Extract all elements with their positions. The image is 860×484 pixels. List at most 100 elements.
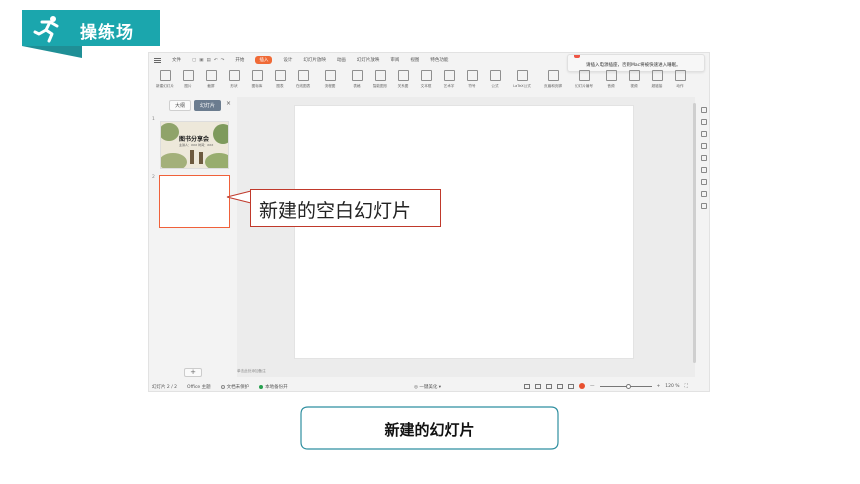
ribbon-slide-number[interactable]: 幻灯片编号 xyxy=(570,68,598,89)
thumb1-subtitle: 主讲人：XXX 时间：XXX xyxy=(179,143,214,147)
tab-review[interactable]: 审阅 xyxy=(390,57,399,63)
vertical-scrollbar[interactable] xyxy=(693,103,696,363)
redo-icon[interactable]: ↷ xyxy=(221,58,225,63)
table-icon xyxy=(351,70,363,81)
save-icon[interactable]: ▣ xyxy=(199,58,203,63)
ribbon-screenshot[interactable]: 截屏 xyxy=(201,68,221,89)
audio-panel-icon[interactable] xyxy=(701,131,707,137)
sorter-view-icon[interactable] xyxy=(546,383,552,389)
menu-icon[interactable] xyxy=(154,57,161,63)
status-bar: 幻灯片 2 / 2 Office 主题 文档未保护 本地备份开 ◎ 一键美化 ▾… xyxy=(149,381,709,393)
zoom-slider[interactable] xyxy=(599,383,652,389)
slideshow-play-icon[interactable] xyxy=(579,383,585,389)
ribbon-wordart[interactable]: 艺术字 xyxy=(439,68,459,89)
ribbon-latex[interactable]: LaTeX公式 xyxy=(508,68,536,89)
ribbon-icon-library[interactable]: 图标库 xyxy=(247,68,267,89)
ribbon-chart[interactable]: 图表 xyxy=(270,68,290,89)
zoom-out-button[interactable]: — xyxy=(590,384,595,389)
tab-outline[interactable]: 大纲 xyxy=(169,100,192,111)
screenshot-icon xyxy=(205,70,217,81)
header-footer-icon xyxy=(547,70,559,81)
align-icon[interactable] xyxy=(701,179,707,185)
add-slide-button[interactable]: + xyxy=(184,368,202,377)
undo-icon[interactable]: ↶ xyxy=(214,58,218,63)
ribbon-flowchart[interactable]: 流程图 xyxy=(316,68,344,89)
right-sidebar xyxy=(697,97,711,377)
symbol-icon xyxy=(466,70,478,81)
ribbon-hyperlink[interactable]: 超链接 xyxy=(647,68,667,89)
fit-window-icon[interactable]: ⛶ xyxy=(685,383,688,389)
presenter-view-icon[interactable] xyxy=(568,383,574,389)
notice-dot-icon xyxy=(574,55,580,58)
tab-slideshow[interactable]: 幻灯片放映 xyxy=(357,57,380,63)
history-icon[interactable] xyxy=(701,191,707,197)
banner-title: 操练场 xyxy=(80,23,134,43)
wordart-icon xyxy=(443,70,455,81)
open-icon[interactable]: ▢ xyxy=(192,58,196,63)
ribbon-new-slide[interactable]: 新建幻灯片 xyxy=(155,68,175,89)
notes-placeholder[interactable]: 单击此处添加备注 xyxy=(237,369,266,374)
ribbon-action[interactable]: 动作 xyxy=(670,68,690,89)
tab-animation[interactable]: 动画 xyxy=(337,57,346,63)
notes-view-icon[interactable] xyxy=(524,383,530,389)
backup-icon xyxy=(259,385,264,389)
current-slide[interactable] xyxy=(294,105,634,359)
backup-status[interactable]: 本地备份开 xyxy=(259,384,288,390)
ribbon-formula[interactable]: 公式 xyxy=(485,68,505,89)
ribbon-picture[interactable]: 图片 xyxy=(178,68,198,89)
caption-text: 新建的幻灯片 xyxy=(384,421,475,439)
print-icon[interactable]: ▤ xyxy=(207,58,211,63)
callout-text: 新建的空白幻灯片 xyxy=(259,200,412,222)
online-chart-icon xyxy=(297,70,309,81)
tab-design[interactable]: 设计 xyxy=(283,57,292,63)
slide-number-icon xyxy=(578,70,590,81)
smart-graphic-icon xyxy=(374,70,386,81)
chart-icon xyxy=(274,70,286,81)
insert-ribbon: 新建幻灯片 图片 截屏 形状 图标库 图表 在线图表 流程图 表格 智能图形 关… xyxy=(149,68,709,96)
properties-icon[interactable] xyxy=(701,107,707,113)
menu-file[interactable]: 文件 xyxy=(172,57,181,63)
ribbon-textbox[interactable]: 文本框 xyxy=(416,68,436,89)
layout-icon[interactable] xyxy=(701,155,707,161)
video-icon xyxy=(628,70,640,81)
pane-close-icon[interactable]: × xyxy=(226,100,231,107)
slide-thumbnail-1[interactable]: 图书分享会 主讲人：XXX 时间：XXX xyxy=(160,121,229,169)
tab-slides[interactable]: 幻灯片 xyxy=(194,100,222,111)
formula-icon xyxy=(489,70,501,81)
annotation-callout: 新建的空白幻灯片 xyxy=(250,189,441,227)
tab-home[interactable]: 开始 xyxy=(235,57,244,63)
ribbon-table[interactable]: 表格 xyxy=(347,68,367,89)
share-icon[interactable] xyxy=(701,203,707,209)
tab-transitions[interactable]: 幻灯片放映 xyxy=(303,57,326,63)
tab-insert[interactable]: 插入 xyxy=(255,56,273,64)
ribbon-header-footer[interactable]: 页眉和页脚 xyxy=(539,68,567,89)
latex-icon xyxy=(516,70,528,81)
animation-icon[interactable] xyxy=(701,119,707,125)
tab-features[interactable]: 特色功能 xyxy=(430,57,448,63)
ribbon-relation[interactable]: 关系图 xyxy=(393,68,413,89)
doc-protect[interactable]: 文档未保护 xyxy=(220,384,249,390)
picture-icon xyxy=(182,70,194,81)
zoom-in-button[interactable]: + xyxy=(657,384,661,389)
ribbon-video[interactable]: 视频 xyxy=(624,68,644,89)
ribbon-shape[interactable]: 形状 xyxy=(224,68,244,89)
zoom-slider-knob[interactable] xyxy=(625,383,631,389)
settings-icon[interactable] xyxy=(701,143,707,149)
action-icon xyxy=(674,70,686,81)
slide-navigation-pane: 大纲 幻灯片 × 1 图书分享会 主讲人：XXX 时间：XXX 2 + xyxy=(149,97,237,377)
tab-view[interactable]: 视图 xyxy=(410,57,419,63)
ribbon-audio[interactable]: 音频 xyxy=(601,68,621,89)
shape-icon xyxy=(228,70,240,81)
ribbon-smart-graphic[interactable]: 智能图形 xyxy=(370,68,390,89)
slide-counter: 幻灯片 2 / 2 xyxy=(152,385,178,390)
reading-view-icon[interactable] xyxy=(557,383,563,389)
slide-number-2: 2 xyxy=(152,175,155,180)
ribbon-online-chart[interactable]: 在线图表 xyxy=(293,68,313,89)
textbox-icon xyxy=(420,70,432,81)
style-icon[interactable] xyxy=(701,167,707,173)
slide-thumbnail-2[interactable] xyxy=(159,175,230,228)
ribbon-symbol[interactable]: 符号 xyxy=(462,68,482,89)
beautify-button[interactable]: ◎ 一键美化 ▾ xyxy=(414,384,441,390)
normal-view-icon[interactable] xyxy=(535,383,541,389)
theme-name[interactable]: Office 主题 xyxy=(187,384,211,390)
